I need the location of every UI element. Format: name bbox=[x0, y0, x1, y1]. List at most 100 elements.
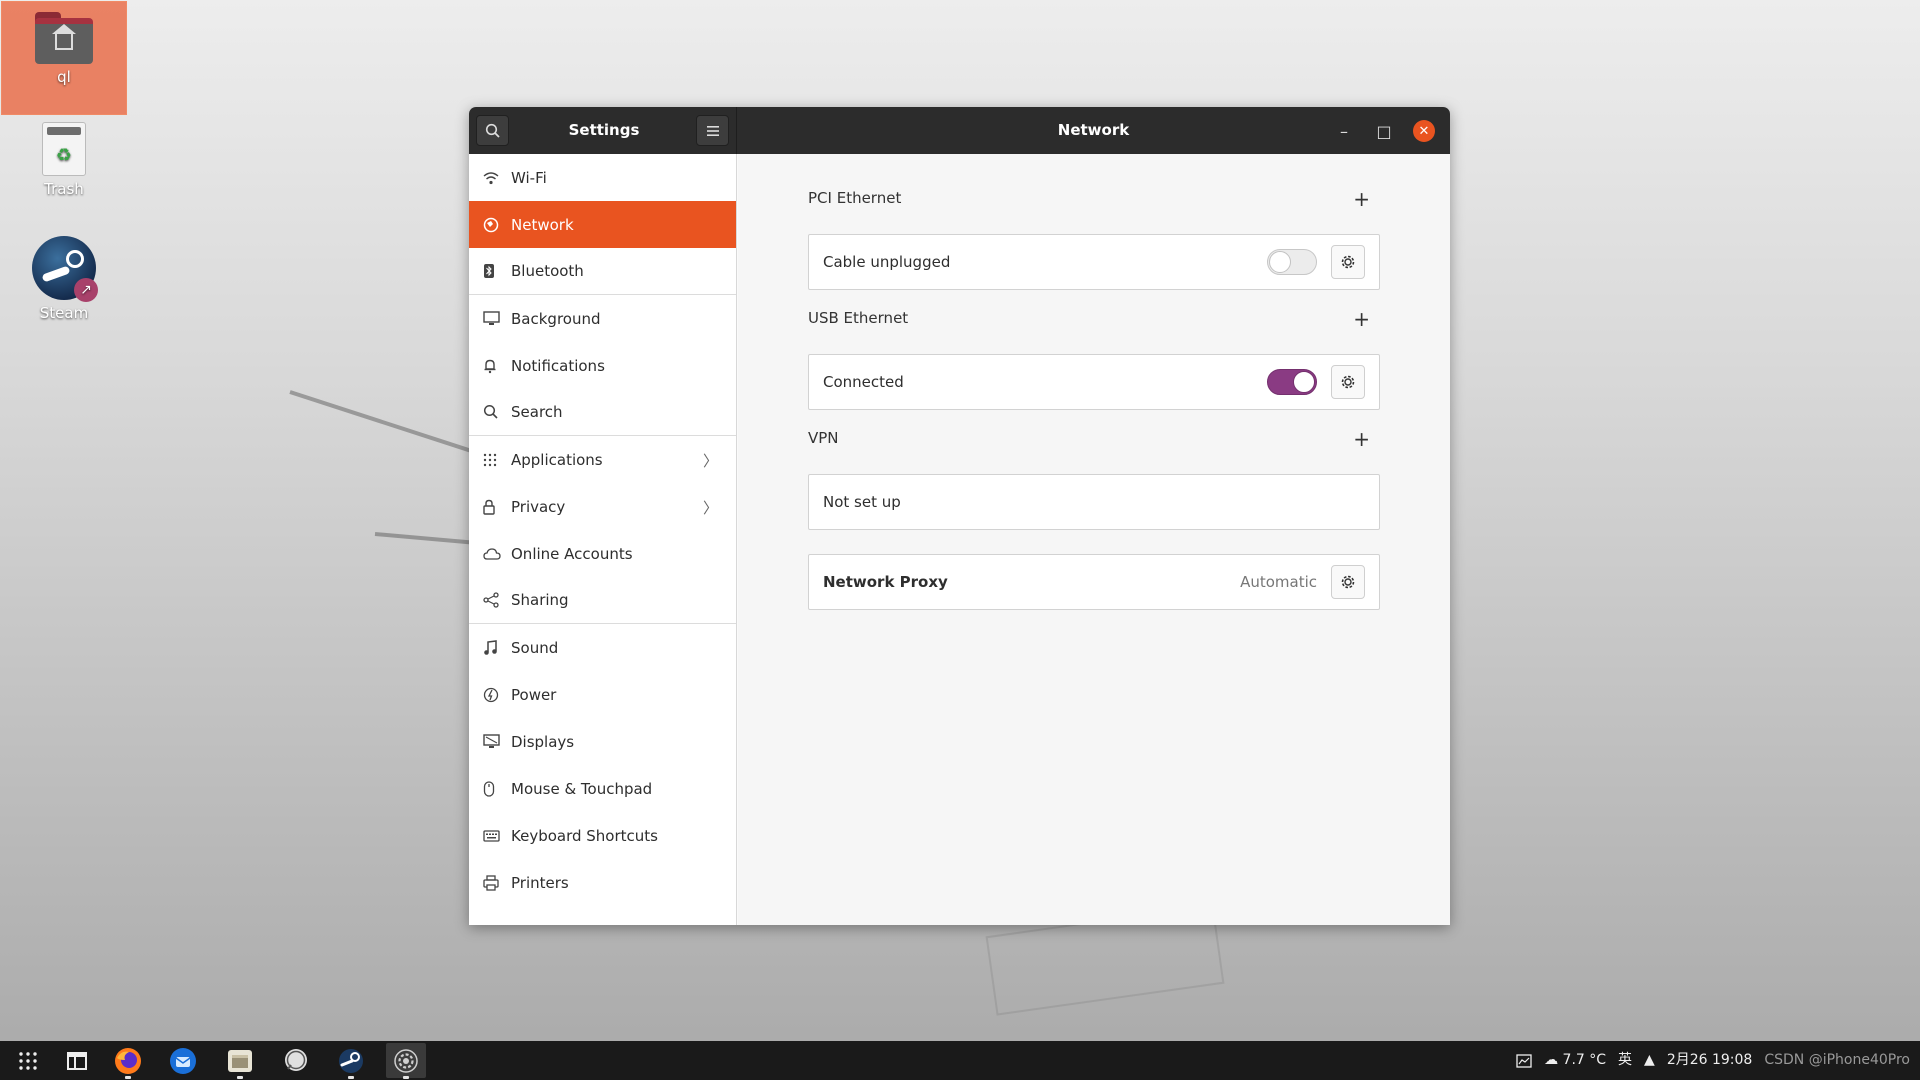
thunderbird-icon bbox=[170, 1047, 196, 1074]
files-button[interactable] bbox=[220, 1043, 260, 1079]
search-button[interactable] bbox=[476, 115, 509, 146]
gear-icon bbox=[394, 1048, 418, 1073]
settings-window: Settings Network – □ ✕ Wi-Fi Network Blu… bbox=[469, 107, 1450, 925]
sidebar-item-label: Power bbox=[511, 685, 557, 704]
sidebar-item-online-accounts[interactable]: Online Accounts bbox=[469, 530, 736, 577]
firefox-button[interactable] bbox=[108, 1043, 148, 1079]
wifi-icon bbox=[469, 171, 511, 185]
usb-status: Connected bbox=[823, 373, 904, 391]
home-folder-icon bbox=[35, 12, 93, 64]
display-icon bbox=[469, 734, 511, 749]
desktop-home-folder[interactable]: ql bbox=[1, 1, 127, 115]
usb-ethernet-toggle[interactable] bbox=[1267, 369, 1317, 395]
printer-icon bbox=[469, 874, 511, 891]
search-icon bbox=[485, 123, 500, 138]
vpn-status: Not set up bbox=[823, 493, 901, 511]
add-vpn-button[interactable]: + bbox=[1353, 427, 1370, 451]
settings-button[interactable] bbox=[386, 1043, 426, 1079]
tray-expand-icon[interactable]: ▲ bbox=[1644, 1041, 1655, 1080]
sidebar-item-background[interactable]: Background bbox=[469, 295, 736, 342]
chat-bubble-icon bbox=[285, 1048, 307, 1071]
desktop-steam[interactable]: ↗ Steam bbox=[1, 236, 127, 322]
add-pci-connection-button[interactable]: + bbox=[1353, 187, 1370, 211]
power-icon bbox=[469, 687, 511, 703]
thunderbird-button[interactable] bbox=[163, 1043, 203, 1078]
minimize-button[interactable]: – bbox=[1333, 120, 1355, 142]
pci-settings-button[interactable] bbox=[1331, 245, 1365, 279]
gear-icon bbox=[1341, 575, 1355, 589]
bluetooth-icon bbox=[469, 263, 511, 279]
close-button[interactable]: ✕ bbox=[1413, 120, 1435, 142]
weather-indicator[interactable]: ☁ 7.7 °C bbox=[1544, 1041, 1606, 1080]
menu-button[interactable] bbox=[696, 115, 729, 146]
taskbar: ☁ 7.7 °C 英 ▲ 2月26 19:08 CSDN @iPhone40Pr… bbox=[0, 1041, 1920, 1080]
steam-icon: ↗ bbox=[32, 236, 98, 302]
proxy-settings-button[interactable] bbox=[1331, 565, 1365, 599]
steam-icon bbox=[339, 1048, 363, 1073]
sidebar-item-label: Search bbox=[511, 403, 563, 421]
system-tray: ☁ 7.7 °C 英 ▲ 2月26 19:08 CSDN @iPhone40Pr… bbox=[1516, 1041, 1910, 1080]
sidebar-item-notifications[interactable]: Notifications bbox=[469, 342, 736, 389]
clock[interactable]: 2月26 19:08 bbox=[1667, 1041, 1753, 1080]
sidebar-item-label: Background bbox=[511, 309, 601, 328]
sidebar-item-label: Displays bbox=[511, 732, 575, 751]
sidebar-item-power[interactable]: Power bbox=[469, 671, 736, 718]
input-method[interactable]: 英 bbox=[1618, 1041, 1632, 1080]
sidebar-item-label: Applications bbox=[511, 450, 603, 469]
trash-icon: ♻ bbox=[42, 122, 86, 176]
sidebar-item-label: Notifications bbox=[511, 356, 605, 375]
desktop-icon-label: Steam bbox=[39, 304, 89, 322]
desktop-icon-label: Trash bbox=[44, 180, 84, 198]
vpn-header: VPN + bbox=[808, 427, 1380, 453]
sidebar-item-label: Printers bbox=[511, 873, 569, 892]
sidebar-item-applications[interactable]: Applications 〉 bbox=[469, 436, 736, 483]
gear-icon bbox=[1341, 375, 1355, 389]
window-icon bbox=[67, 1051, 87, 1070]
sidebar-item-sound[interactable]: Sound bbox=[469, 624, 736, 671]
maximize-button[interactable]: □ bbox=[1373, 120, 1395, 142]
search-icon bbox=[469, 404, 511, 420]
keyboard-icon bbox=[469, 829, 511, 842]
vpn-row: Not set up bbox=[808, 474, 1380, 530]
proxy-value: Automatic bbox=[1240, 573, 1317, 591]
hamburger-icon bbox=[706, 125, 719, 136]
sidebar-item-label: Wi-Fi bbox=[511, 168, 547, 187]
sidebar-item-mouse-touchpad[interactable]: Mouse & Touchpad bbox=[469, 765, 736, 812]
sidebar-item-keyboard-shortcuts[interactable]: Keyboard Shortcuts bbox=[469, 812, 736, 859]
sidebar-item-printers[interactable]: Printers bbox=[469, 859, 736, 906]
add-usb-connection-button[interactable]: + bbox=[1353, 307, 1370, 331]
sidebar-item-displays[interactable]: Displays bbox=[469, 718, 736, 765]
network-icon bbox=[469, 217, 511, 233]
weather-temperature: 7.7 °C bbox=[1562, 1052, 1607, 1068]
steam-button[interactable] bbox=[331, 1043, 371, 1079]
network-proxy-row[interactable]: Network Proxy Automatic bbox=[808, 554, 1380, 610]
sidebar-item-bluetooth[interactable]: Bluetooth bbox=[469, 248, 736, 295]
lock-icon bbox=[469, 499, 511, 515]
sidebar-item-search[interactable]: Search bbox=[469, 389, 736, 436]
sidebar-header: Settings bbox=[469, 107, 737, 154]
pci-ethernet-toggle[interactable] bbox=[1267, 249, 1317, 275]
chevron-right-icon: 〉 bbox=[702, 452, 718, 470]
wallpaper-line bbox=[289, 390, 481, 456]
cloud-icon bbox=[469, 547, 511, 560]
sidebar-item-label: Sharing bbox=[511, 591, 569, 609]
sidebar-item-label: Keyboard Shortcuts bbox=[511, 826, 658, 845]
show-desktop-button[interactable] bbox=[57, 1043, 97, 1078]
system-monitor-icon[interactable] bbox=[1516, 1053, 1532, 1068]
sidebar-item-wifi[interactable]: Wi-Fi bbox=[469, 154, 736, 201]
sidebar-item-network[interactable]: Network bbox=[469, 201, 736, 248]
section-title: USB Ethernet bbox=[808, 309, 909, 327]
share-icon bbox=[469, 592, 511, 608]
chat-button[interactable] bbox=[276, 1043, 316, 1078]
pci-ethernet-row: Cable unplugged bbox=[808, 234, 1380, 290]
pci-ethernet-header: PCI Ethernet + bbox=[808, 187, 1380, 213]
app-grid-button[interactable] bbox=[8, 1043, 48, 1078]
settings-sidebar: Wi-Fi Network Bluetooth Background Notif… bbox=[469, 154, 737, 925]
chevron-right-icon: 〉 bbox=[702, 499, 718, 517]
desktop-trash[interactable]: ♻ Trash bbox=[1, 122, 127, 198]
sidebar-item-label: Online Accounts bbox=[511, 544, 633, 563]
music-note-icon bbox=[469, 639, 511, 656]
sidebar-item-privacy[interactable]: Privacy 〉 bbox=[469, 483, 736, 530]
usb-settings-button[interactable] bbox=[1331, 365, 1365, 399]
sidebar-item-sharing[interactable]: Sharing bbox=[469, 577, 736, 624]
